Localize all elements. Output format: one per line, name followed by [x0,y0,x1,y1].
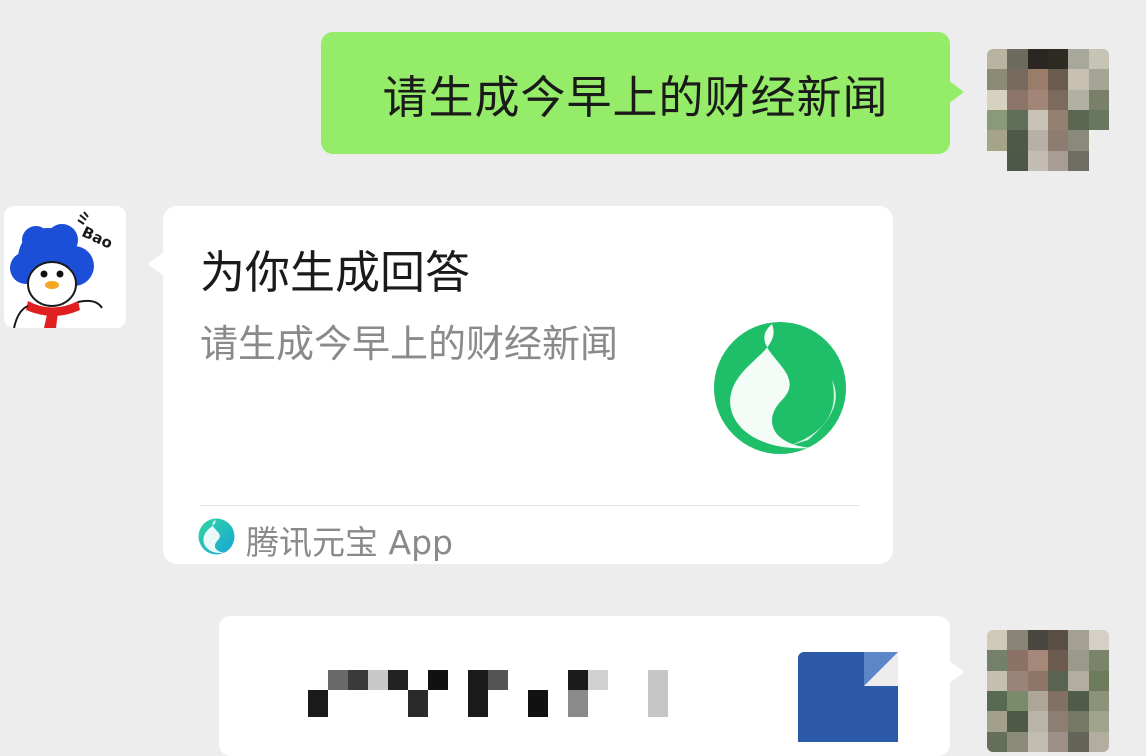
user-avatar[interactable] [987,49,1109,171]
card-title: 为你生成回答 [200,246,471,299]
card-app-name: 腾讯元宝 App [246,523,453,562]
card-subtitle: 请生成今早上的财经新闻 [200,322,619,366]
bot-avatar-badge: Bao [79,223,115,253]
user-avatar-bottom[interactable] [987,630,1109,752]
document-fold-corner [864,652,898,686]
yuanbao-logo-icon [714,322,846,454]
bot-avatar[interactable]: Bao [4,206,126,328]
file-bubble-tail [948,660,964,684]
card-divider [200,505,860,506]
yuanbao-app-icon [198,518,235,555]
user-bubble-tail [948,80,964,104]
user-message-text: 请生成今早上的财经新闻 [382,70,889,124]
penguin-mascot-icon: Bao [10,211,116,328]
card-bubble-tail [148,252,164,276]
